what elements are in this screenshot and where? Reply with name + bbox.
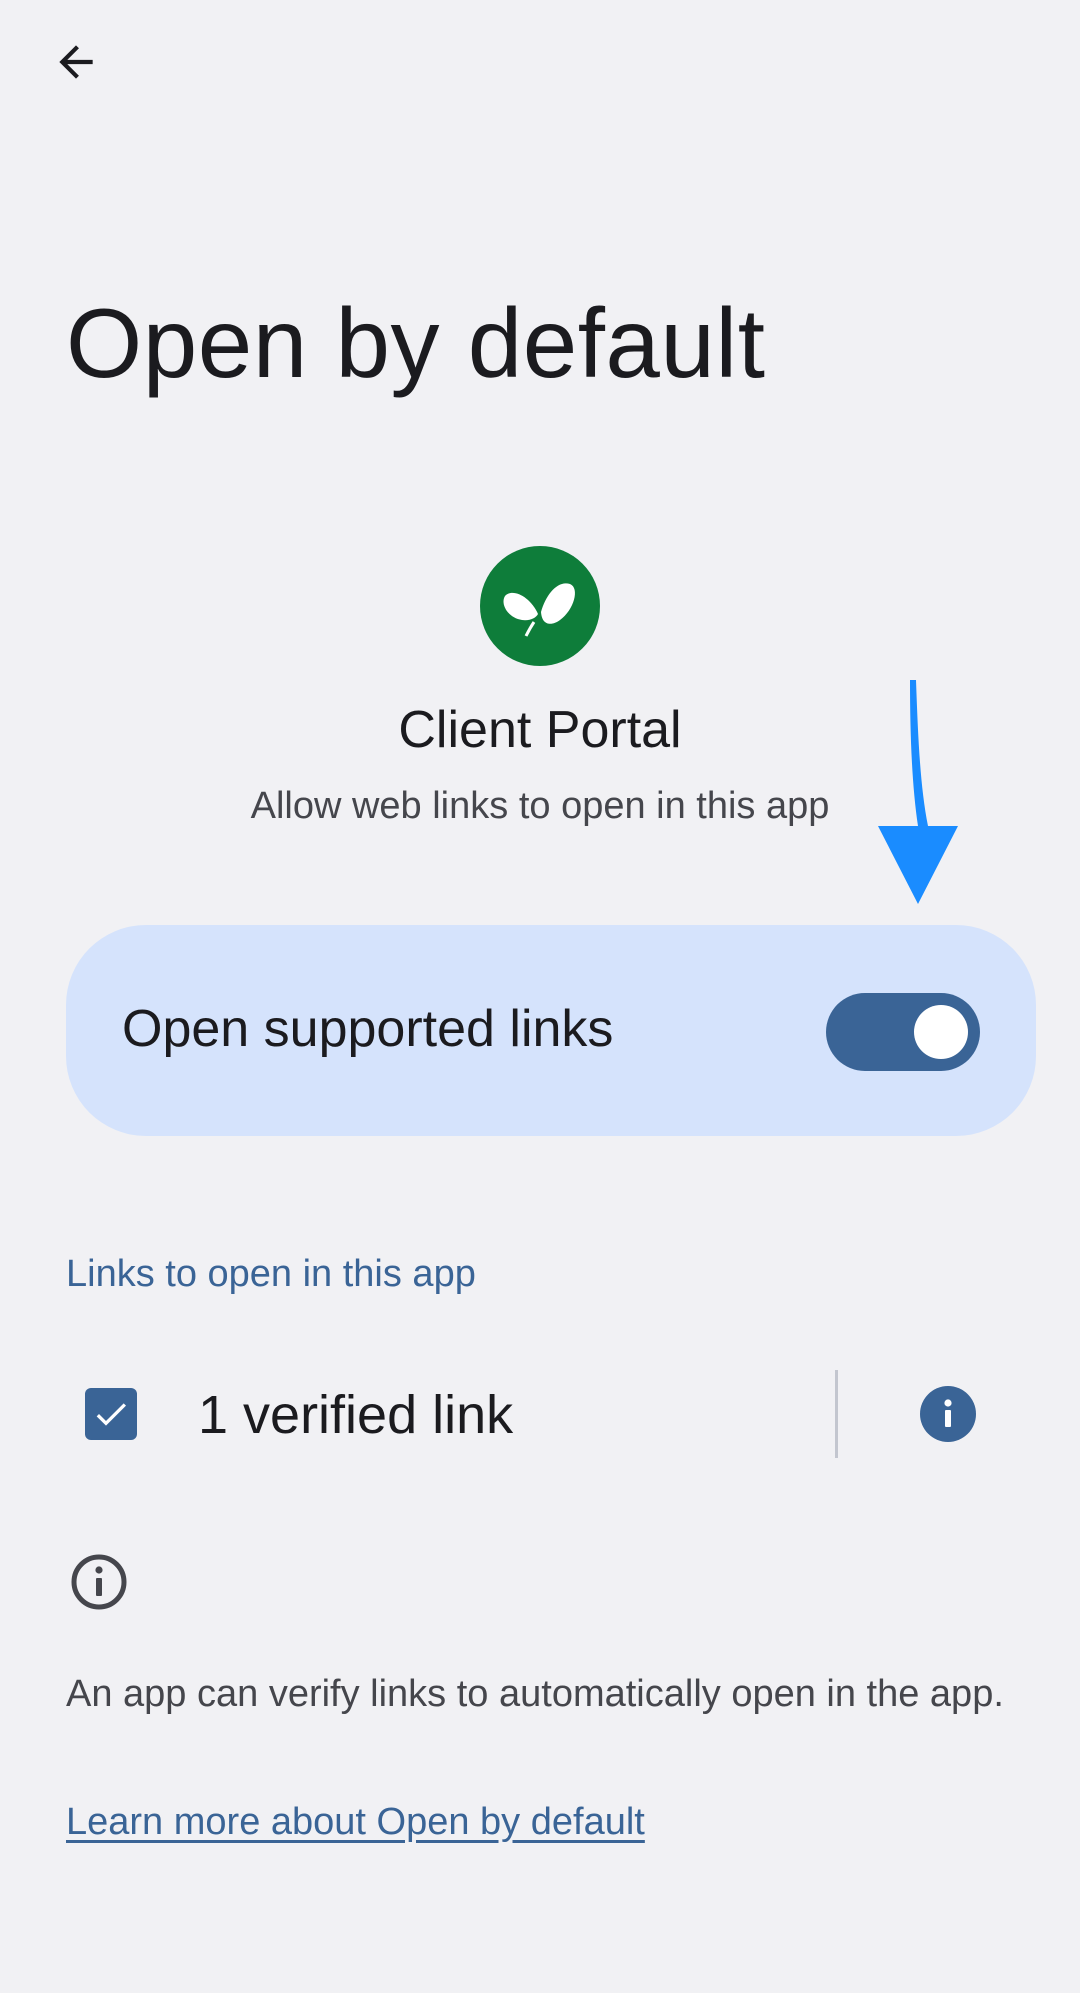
open-supported-links-switch[interactable] [826,993,980,1071]
check-icon [96,1403,126,1426]
butterfly-icon [503,583,575,637]
annotation-arrow-icon [878,680,958,904]
info-filled-icon [944,1399,952,1427]
app-icon [480,546,600,666]
verified-link-checkbox[interactable] [85,1388,137,1440]
switch-thumb [914,1005,968,1059]
info-outline-icon [71,1554,127,1610]
learn-more-link[interactable]: Learn more about Open by default [66,1800,645,1846]
vertical-divider [835,1370,838,1458]
open-supported-links-label: Open supported links [122,1000,614,1058]
open-by-default-screen: Open by default Client Portal Allow web … [0,0,1080,1993]
links-section-header: Links to open in this app [66,1253,476,1295]
page-title: Open by default [66,288,766,398]
arrow-back-icon [59,45,93,79]
open-supported-links-card[interactable]: Open supported links [66,925,1036,1136]
footer-description: An app can verify links to automatically… [66,1673,1004,1715]
back-button[interactable] [40,26,112,98]
verified-link-info-button[interactable] [920,1386,976,1442]
verified-link-label[interactable]: 1 verified link [198,1385,513,1445]
